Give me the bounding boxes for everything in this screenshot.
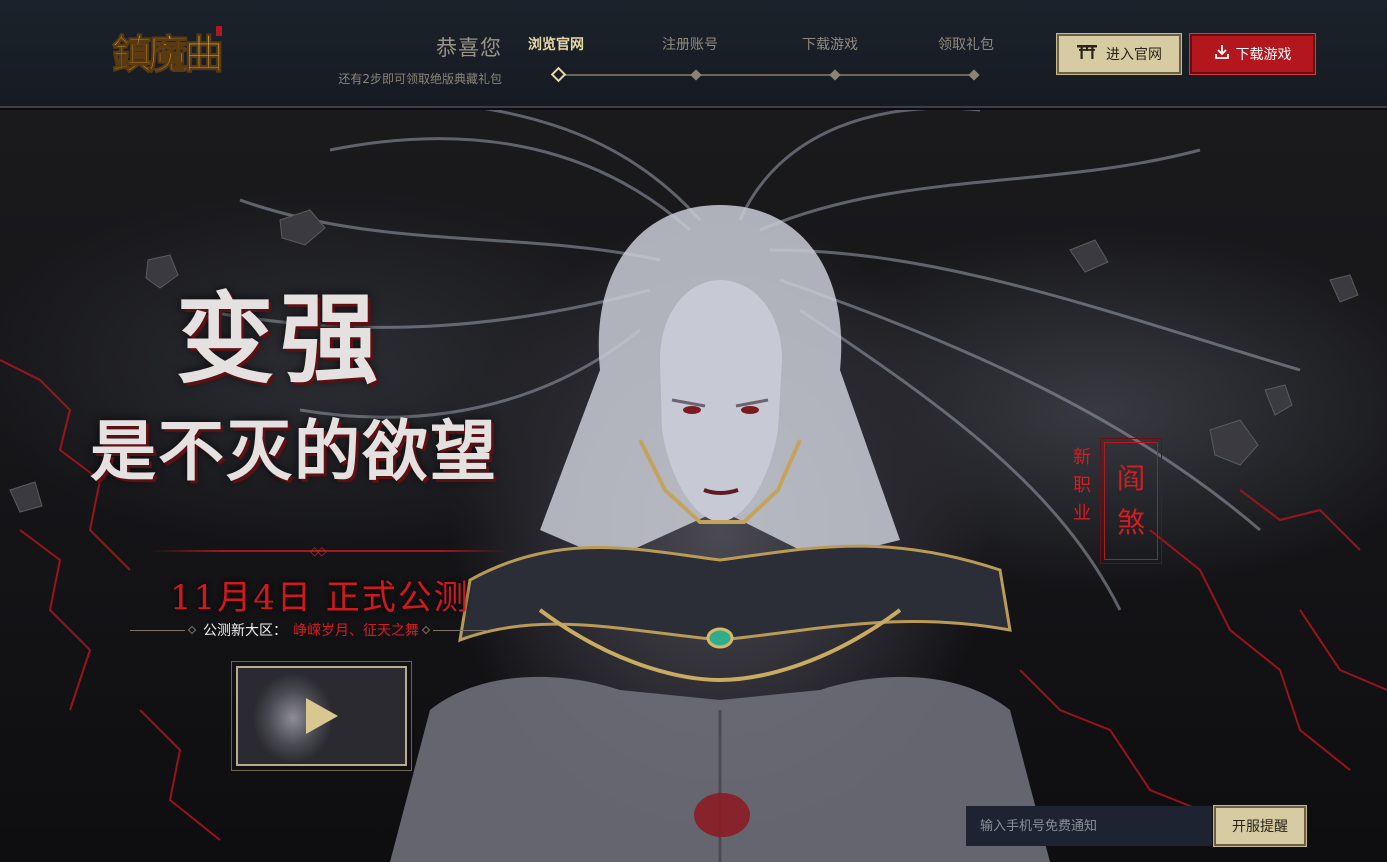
headline-divider: [150, 550, 510, 552]
congrats-subtitle: 还有2步即可领取绝版典藏礼包: [338, 72, 502, 86]
enter-official-site-label: 进入官网: [1106, 47, 1162, 63]
class-name-box: 阎煞: [1100, 438, 1162, 564]
gate-icon: [1076, 44, 1098, 64]
download-game-button[interactable]: 下载游戏: [1189, 33, 1316, 75]
trailer-video-thumbnail[interactable]: [231, 661, 412, 771]
headline: 变强 是不灭的欲望: [90, 260, 570, 494]
download-icon: [1214, 44, 1230, 64]
step-marker: [690, 69, 702, 81]
step-marker: [829, 69, 841, 81]
step-register-account[interactable]: 注册账号: [662, 34, 718, 54]
progress-track: [564, 74, 974, 76]
step-marker: [968, 69, 980, 81]
new-servers-value: 峥嵘岁月、征天之舞: [293, 623, 419, 639]
game-logo[interactable]: 鎮魔曲: [108, 20, 248, 82]
class-name: 阎煞: [1116, 462, 1145, 539]
congrats-title: 恭喜您: [436, 36, 502, 60]
launch-date: 11月4日 正式公测: [170, 578, 470, 618]
divider-line: [433, 629, 488, 631]
diamond-ornament-icon: [421, 625, 431, 635]
launch-notify-form: 开服提醒: [966, 805, 1307, 847]
headline-line-2: 是不灭的欲望: [90, 412, 498, 490]
new-class-tag: 新职业 阎煞: [1070, 438, 1162, 564]
divider-ornament-icon: ◇◇: [310, 544, 327, 558]
new-servers-label: 公测新大区：: [203, 623, 287, 639]
new-servers-info: 公测新大区： 峥嵘岁月、征天之舞: [130, 620, 510, 640]
download-game-label: 下载游戏: [1235, 47, 1292, 63]
gift-progress-steps: 浏览官网 注册账号 下载游戏 领取礼包: [520, 32, 1000, 83]
top-header: 鎮魔曲 恭喜您 还有2步即可领取绝版典藏礼包 浏览官网 注册账号 下载游戏 领取…: [0, 0, 1387, 108]
diamond-ornament-icon: [187, 625, 197, 635]
step-claim-gift[interactable]: 领取礼包: [938, 34, 994, 54]
step-browse-site[interactable]: 浏览官网: [528, 34, 584, 54]
logo-emblem: 鎮魔曲: [112, 26, 225, 79]
play-icon[interactable]: [306, 698, 338, 734]
new-class-label: 新职业: [1073, 447, 1091, 524]
divider-line: [130, 629, 185, 631]
progress-message: 恭喜您 还有2步即可领取绝版典藏礼包: [310, 32, 502, 87]
launch-reminder-button[interactable]: 开服提醒: [1213, 805, 1307, 847]
step-marker-current: [550, 66, 567, 83]
phone-number-input[interactable]: [966, 806, 1212, 846]
enter-official-site-button[interactable]: 进入官网: [1056, 33, 1182, 75]
step-download-game[interactable]: 下载游戏: [802, 34, 858, 54]
logo-text: 鎮魔曲: [112, 31, 221, 78]
headline-line-1: 变强: [176, 282, 385, 397]
hero-banner: 变强 是不灭的欲望 ◇◇ 11月4日 正式公测 公测新大区： 峥嵘岁月、征天之舞…: [0, 110, 1387, 862]
